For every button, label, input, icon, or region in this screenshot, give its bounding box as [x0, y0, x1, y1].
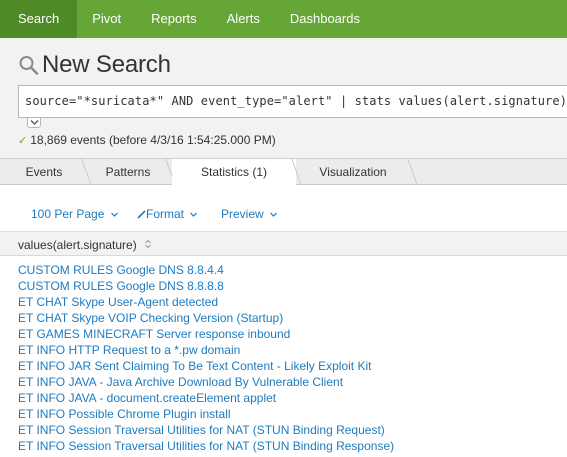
table-row[interactable]: ET CHAT Skype VOIP Checking Version (Sta… [18, 310, 394, 326]
table-row[interactable]: ET INFO JAVA - document.createElement ap… [18, 390, 394, 406]
chevron-down-icon [30, 120, 39, 125]
signature-list: CUSTOM RULES Google DNS 8.8.4.4 CUSTOM R… [18, 262, 394, 454]
tab-divider [407, 159, 418, 185]
results-tabs: Events Patterns Statistics (1) Visualiza… [0, 158, 567, 185]
pencil-icon [137, 210, 146, 219]
table-row[interactable]: ET CHAT Skype User-Agent detected [18, 294, 394, 310]
title-row: New Search [18, 51, 171, 79]
search-status: ✓ 18,869 events (before 4/3/16 1:54:25.0… [18, 133, 276, 147]
table-row[interactable]: CUSTOM RULES Google DNS 8.8.8.8 [18, 278, 394, 294]
page-title: New Search [42, 51, 171, 78]
search-header: New Search source="*suricata*" AND event… [0, 38, 567, 158]
table-column-header[interactable]: values(alert.signature) [0, 231, 567, 256]
chevron-down-icon [270, 212, 277, 217]
expand-query-button[interactable] [27, 118, 41, 128]
chevron-down-icon [190, 212, 198, 217]
table-row[interactable]: ET INFO Possible Chrome Plugin install [18, 406, 394, 422]
tab-visualization[interactable]: Visualization [298, 159, 408, 185]
table-row[interactable]: ET INFO Session Traversal Utilities for … [18, 438, 394, 454]
search-icon [19, 56, 39, 75]
tab-statistics[interactable]: Statistics (1) [172, 159, 296, 185]
format-label: Format [146, 207, 185, 221]
per-page-label: 100 Per Page [31, 207, 105, 221]
per-page-dropdown[interactable]: 100 Per Page [31, 207, 118, 221]
search-query-input[interactable]: source="*suricata*" AND event_type="aler… [18, 85, 567, 118]
column-label[interactable]: values(alert.signature) [18, 238, 137, 252]
nav-dashboards[interactable]: Dashboards [275, 0, 375, 38]
table-row[interactable]: ET INFO Session Traversal Utilities for … [18, 422, 394, 438]
preview-label: Preview [221, 207, 264, 221]
tab-patterns[interactable]: Patterns [88, 159, 168, 185]
chevron-down-icon [110, 212, 118, 217]
nav-pivot[interactable]: Pivot [77, 0, 136, 38]
results-toolbar: 100 Per Page Format Preview [0, 185, 567, 230]
nav-search[interactable]: Search [0, 0, 78, 38]
format-dropdown[interactable]: Format [137, 207, 198, 221]
table-row[interactable]: ET GAMES MINECRAFT Server response inbou… [18, 326, 394, 342]
top-nav: Search Pivot Reports Alerts Dashboards [0, 0, 567, 38]
search-query-text[interactable]: source="*suricata*" AND event_type="aler… [25, 94, 567, 108]
table-row[interactable]: ET INFO JAR Sent Claiming To Be Text Con… [18, 358, 394, 374]
table-row[interactable]: ET INFO HTTP Request to a *.pw domain [18, 342, 394, 358]
check-icon: ✓ [18, 134, 28, 147]
preview-dropdown[interactable]: Preview [221, 207, 277, 221]
table-row[interactable]: CUSTOM RULES Google DNS 8.8.4.4 [18, 262, 394, 278]
table-row[interactable]: ET INFO JAVA - Java Archive Download By … [18, 374, 394, 390]
tab-events[interactable]: Events [0, 159, 88, 185]
statistics-panel: 100 Per Page Format Preview values(alert… [0, 185, 567, 457]
sort-icon[interactable] [145, 239, 151, 249]
event-count-status: 18,869 events (before 4/3/16 1:54:25.000… [30, 133, 276, 147]
nav-reports[interactable]: Reports [136, 0, 212, 38]
nav-alerts[interactable]: Alerts [212, 0, 275, 38]
